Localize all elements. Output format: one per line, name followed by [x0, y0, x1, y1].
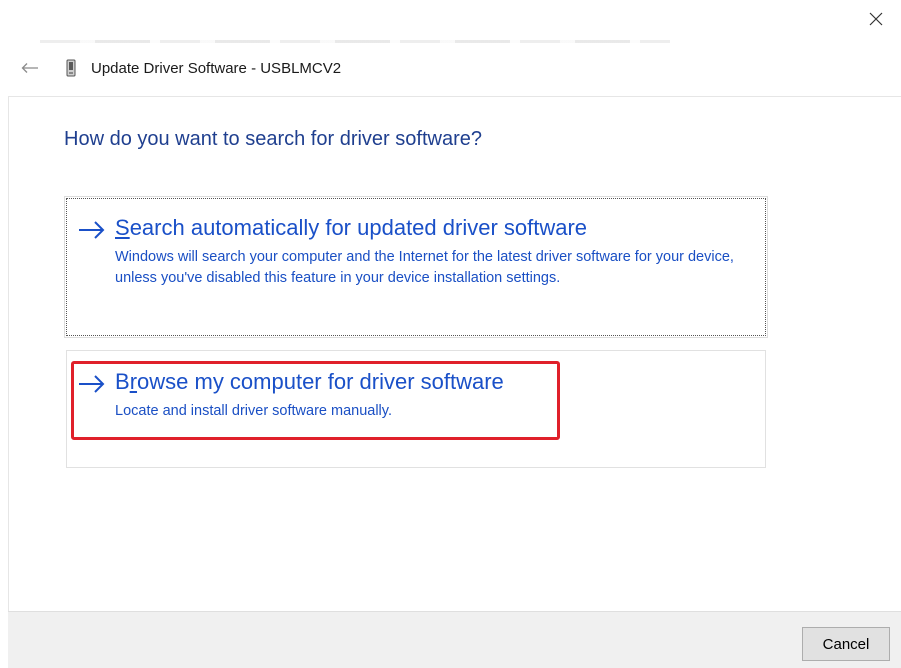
cancel-button[interactable]: Cancel	[802, 627, 890, 661]
dialog-footer: Cancel	[8, 611, 901, 668]
right-arrow-icon	[79, 221, 105, 239]
browse-computer-option[interactable]: Browse my computer for driver software L…	[66, 350, 766, 468]
option-title-accelerator: r	[129, 369, 138, 394]
usb-device-icon	[64, 58, 78, 78]
close-icon	[869, 12, 883, 26]
option-title-accelerator: S	[115, 215, 130, 240]
option-description: Locate and install driver software manua…	[115, 403, 392, 419]
option-title-text: owse my computer for driver software	[137, 369, 504, 394]
page-heading: How do you want to search for driver sof…	[64, 128, 482, 150]
update-driver-dialog: Update Driver Software - USBLMCV2 How do…	[0, 0, 901, 668]
title-bar-artifact	[40, 40, 670, 43]
close-button[interactable]	[863, 6, 889, 32]
title-row: Update Driver Software - USBLMCV2	[64, 56, 341, 80]
option-title: Search automatically for updated driver …	[115, 215, 587, 241]
back-arrow-icon	[21, 63, 38, 73]
window-title: Update Driver Software - USBLMCV2	[91, 59, 342, 77]
option-title-prefix: B	[115, 369, 130, 394]
option-title-text: earch automatically for updated driver s…	[129, 215, 588, 240]
back-button[interactable]	[18, 56, 42, 80]
right-arrow-icon	[79, 375, 105, 393]
option-description: Windows will search your computer and th…	[115, 249, 734, 286]
option-title: Browse my computer for driver software	[115, 369, 504, 395]
search-automatically-option[interactable]: Search automatically for updated driver …	[64, 196, 768, 338]
